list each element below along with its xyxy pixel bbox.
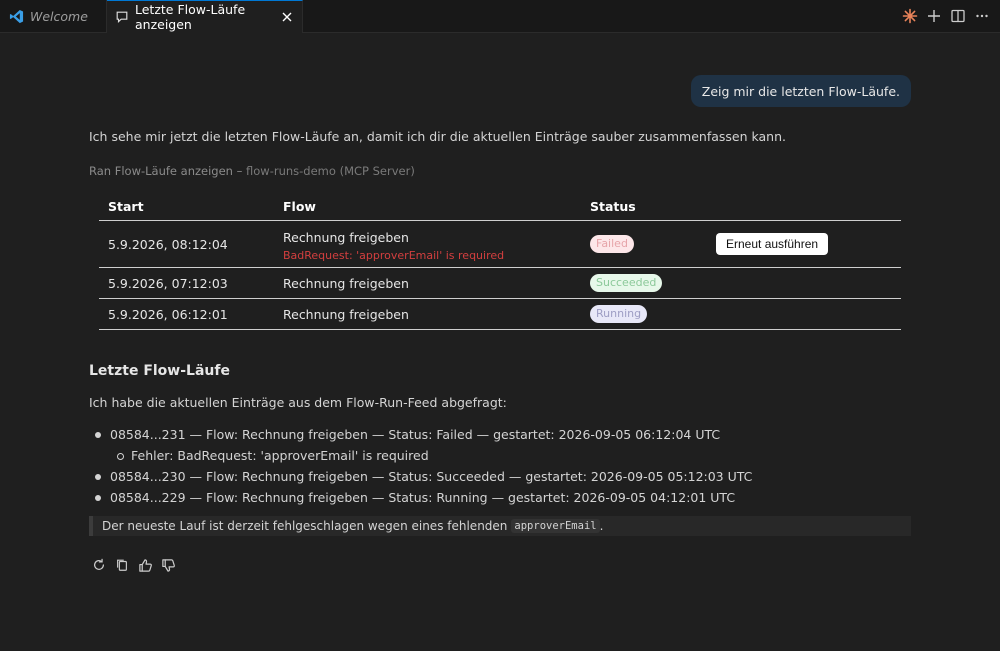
tab-welcome[interactable]: Welcome bbox=[0, 0, 107, 32]
chat-icon bbox=[115, 9, 129, 25]
summary-paragraph: Ich habe die aktuellen Einträge aus dem … bbox=[89, 395, 507, 410]
table-row: 5.9.2026, 08:12:04 Rechnung freigeben Ba… bbox=[99, 221, 901, 268]
header-status: Status bbox=[590, 199, 636, 214]
list-item: 08584...231 — Flow: Rechnung freigeben —… bbox=[89, 424, 752, 445]
status-cell: Failed bbox=[590, 235, 634, 253]
table-row: 5.9.2026, 07:12:03 Rechnung freigeben Su… bbox=[99, 268, 901, 299]
retry-icon[interactable] bbox=[91, 557, 107, 573]
list-item: 08584...230 — Flow: Rechnung freigeben —… bbox=[89, 466, 752, 487]
quote-end: . bbox=[599, 519, 604, 533]
run-flow: Rechnung freigeben bbox=[283, 307, 409, 322]
tab-label: Letzte Flow-Läufe anzeigen bbox=[135, 2, 246, 32]
thumbs-up-icon[interactable] bbox=[137, 557, 153, 573]
tool-call-source: flow-runs-demo (MCP Server) bbox=[246, 164, 415, 178]
status-badge: Succeeded bbox=[590, 274, 663, 292]
table-header: Start Flow Status bbox=[99, 193, 901, 221]
run-start: 5.9.2026, 08:12:04 bbox=[108, 237, 228, 252]
copy-icon[interactable] bbox=[114, 557, 130, 573]
status-cell: Running bbox=[590, 305, 648, 323]
quote-code: approverEmail bbox=[511, 519, 600, 533]
tool-call-prefix: Ran Flow-Läufe anzeigen bbox=[89, 164, 233, 178]
tab-flow-runs[interactable]: Letzte Flow-Läufe anzeigen bbox=[107, 0, 303, 33]
tool-call-separator: – bbox=[232, 164, 247, 178]
response-actions bbox=[91, 557, 176, 573]
quote-text: Der neueste Lauf ist derzeit fehlgeschla… bbox=[102, 519, 508, 533]
run-flow: Rechnung freigeben bbox=[283, 230, 409, 245]
sparkle-icon[interactable] bbox=[902, 8, 918, 24]
assistant-intro: Ich sehe mir jetzt die letzten Flow-Läuf… bbox=[89, 129, 786, 144]
header-flow: Flow bbox=[283, 199, 316, 214]
header-start: Start bbox=[108, 199, 144, 214]
close-icon[interactable] bbox=[280, 9, 294, 25]
run-error: BadRequest: 'approverEmail' is required bbox=[283, 249, 505, 262]
flow-runs-table: Start Flow Status 5.9.2026, 08:12:04 Rec… bbox=[99, 193, 901, 330]
editor-actions bbox=[902, 0, 990, 32]
tab-label: Welcome bbox=[30, 8, 88, 24]
more-icon[interactable] bbox=[974, 8, 990, 24]
table-row: 5.9.2026, 06:12:01 Rechnung freigeben Ru… bbox=[99, 299, 901, 330]
run-start: 5.9.2026, 07:12:03 bbox=[108, 276, 228, 291]
status-badge: Failed bbox=[590, 235, 634, 253]
split-editor-icon[interactable] bbox=[950, 8, 966, 24]
retry-button[interactable]: Erneut ausführen bbox=[716, 233, 829, 255]
list-sub-item: Fehler: BadRequest: 'approverEmail' is r… bbox=[89, 445, 752, 466]
run-list: 08584...231 — Flow: Rechnung freigeben —… bbox=[89, 424, 752, 508]
summary-quote: Der neueste Lauf ist derzeit fehlgeschla… bbox=[89, 516, 911, 536]
user-message-bubble: Zeig mir die letzten Flow-Läufe. bbox=[690, 75, 911, 107]
list-item: 08584...229 — Flow: Rechnung freigeben —… bbox=[89, 487, 752, 508]
plus-icon[interactable] bbox=[926, 8, 942, 24]
editor-tab-bar: Welcome Letzte Flow-Läufe anzeigen bbox=[0, 0, 1000, 33]
vscode-logo-icon bbox=[8, 8, 24, 24]
user-message-text: Zeig mir die letzten Flow-Läufe. bbox=[701, 83, 900, 99]
tool-call-summary[interactable]: Ran Flow-Läufe anzeigen – flow-runs-demo… bbox=[89, 164, 415, 178]
summary-heading: Letzte Flow-Läufe bbox=[89, 363, 230, 379]
thumbs-down-icon[interactable] bbox=[160, 557, 176, 573]
status-cell: Succeeded bbox=[590, 274, 663, 292]
status-badge: Running bbox=[590, 305, 648, 323]
run-flow: Rechnung freigeben bbox=[283, 276, 409, 291]
run-start: 5.9.2026, 06:12:01 bbox=[108, 307, 228, 322]
